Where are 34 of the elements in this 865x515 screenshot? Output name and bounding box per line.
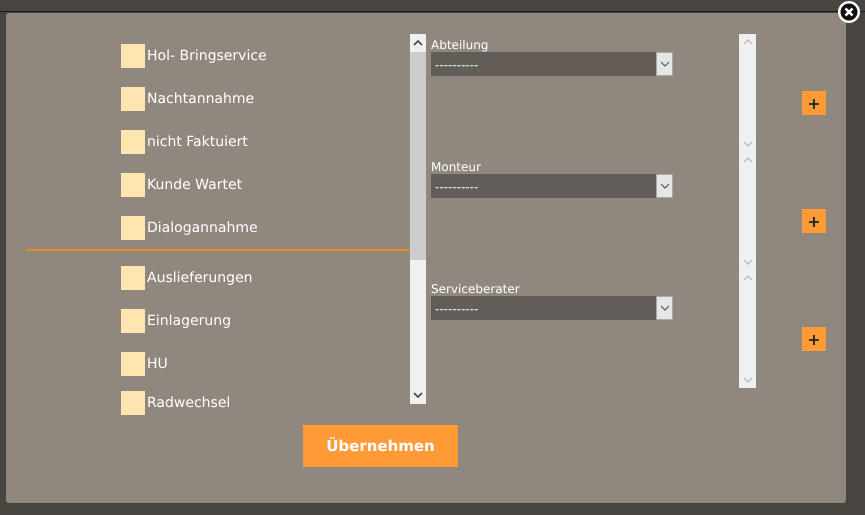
scroll-down-icon[interactable] <box>413 392 423 398</box>
add-button[interactable]: + <box>802 91 826 115</box>
add-button[interactable]: + <box>802 327 826 351</box>
dropdown-field[interactable]: ---------- <box>431 296 673 320</box>
checkbox[interactable] <box>121 308 145 332</box>
checkbox-label: Kunde Wartet <box>147 176 242 192</box>
checkbox-label: Dialogannahme <box>147 220 258 236</box>
dropdown-field[interactable]: ---------- <box>431 52 673 76</box>
caret-icon <box>660 61 670 67</box>
checkbox-label: Einlagerung <box>147 312 231 328</box>
checkbox-label: Hol- Bringservice <box>147 48 267 64</box>
checkbox[interactable] <box>121 86 145 110</box>
add-button[interactable]: + <box>802 209 826 233</box>
scrollbar[interactable] <box>410 34 426 404</box>
scroll-up-icon[interactable] <box>413 40 423 46</box>
checkbox-label: Auslieferungen <box>147 270 253 286</box>
close-icon[interactable] <box>837 0 861 24</box>
field-label: Monteur <box>431 160 482 174</box>
checkbox-label: HU <box>147 356 168 372</box>
caret-icon <box>660 305 670 311</box>
checkbox-label: Radwechsel <box>147 394 230 410</box>
checkbox[interactable] <box>121 44 145 68</box>
checkbox-label: nicht Faktuiert <box>147 134 248 150</box>
field-label: Serviceberater <box>431 282 521 296</box>
checkbox[interactable] <box>121 172 145 196</box>
checkbox[interactable] <box>121 216 145 240</box>
field-label: Abteilung <box>431 38 490 52</box>
checkbox[interactable] <box>121 352 145 376</box>
checkbox-label: Nachtannahme <box>147 90 254 106</box>
checkbox[interactable] <box>121 266 145 290</box>
caret-icon <box>660 183 670 189</box>
checkbox[interactable] <box>121 390 145 414</box>
dropdown-field[interactable]: ---------- <box>431 174 673 198</box>
checkbox[interactable] <box>121 130 145 154</box>
